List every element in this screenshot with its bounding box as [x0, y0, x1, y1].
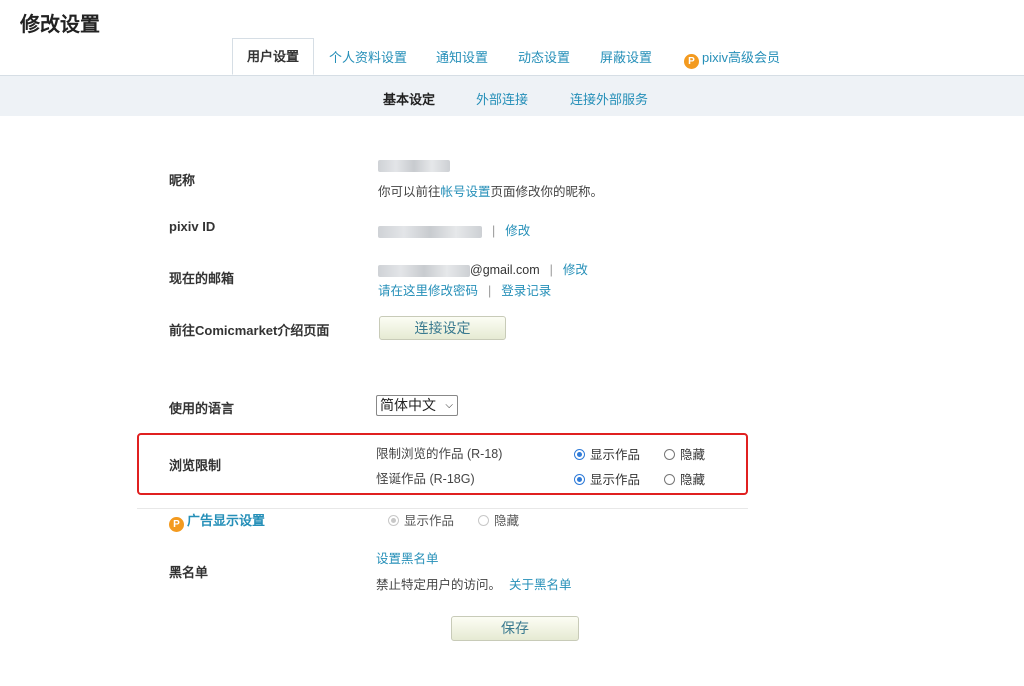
premium-icon: P [169, 517, 184, 532]
ads-label-row: P 广告显示设置 [169, 510, 265, 532]
redacted-nickname [378, 159, 450, 172]
radio-disabled-checked-icon [388, 515, 399, 526]
radio-unchecked-icon [664, 449, 675, 460]
sub-navigation: 基本设定 外部连接 连接外部服务 [0, 76, 1024, 116]
page-title: 修改设置 [20, 14, 100, 36]
ads-hide-radio[interactable]: 隐藏 [478, 510, 519, 529]
ads-hide-label: 隐藏 [494, 514, 520, 528]
redacted-email [378, 264, 470, 277]
blacklist-label: 黑名单 [169, 565, 209, 580]
pixiv-id-change-link[interactable]: 修改 [505, 224, 530, 238]
r18g-hide-radio[interactable]: 隐藏 [664, 469, 705, 488]
divider [137, 508, 748, 509]
tab-profile-settings[interactable]: 个人资料设置 [329, 47, 407, 66]
tab-user-settings[interactable]: 用户设置 [232, 38, 315, 75]
ads-show-radio[interactable]: 显示作品 [388, 510, 454, 529]
nickname-value [378, 158, 450, 172]
premium-icon: P [684, 54, 699, 69]
connect-settings-button[interactable]: 连接设定 [379, 316, 506, 340]
r18g-label: 怪诞作品 (R-18G) [376, 472, 475, 486]
main-tabs: 用户设置 个人资料设置 通知设置 动态设置 屏蔽设置 Ppixiv高级会员 [0, 38, 1024, 76]
set-blacklist-link[interactable]: 设置黑名单 [376, 552, 439, 566]
language-select[interactable]: 简体中文 ⌵ [376, 395, 458, 416]
r18-hide-label: 隐藏 [680, 448, 706, 462]
r18-show-radio[interactable]: 显示作品 [574, 444, 640, 463]
nickname-label: 昵称 [169, 173, 196, 188]
email-links-row: 请在这里修改密码 | 登录记录 [378, 284, 552, 298]
subnav-external-links[interactable]: 外部连接 [476, 89, 528, 108]
chevron-down-icon: ⌵ [445, 400, 453, 411]
r18-label: 限制浏览的作品 (R-18) [376, 447, 503, 461]
ads-show-label: 显示作品 [404, 514, 455, 528]
blacklist-desc: 禁止特定用户的访问。 [376, 578, 502, 592]
blacklist-set-row: 设置黑名单 [376, 548, 439, 567]
tab-premium-label: pixiv高级会员 [702, 50, 781, 65]
radio-checked-icon [574, 449, 585, 460]
save-button[interactable]: 保存 [451, 616, 579, 641]
browse-limit-label: 浏览限制 [169, 458, 222, 473]
subnav-external-services[interactable]: 连接外部服务 [570, 89, 648, 108]
comicmarket-label: 前往Comicmarket介绍页面 [169, 323, 330, 338]
radio-disabled-icon [478, 515, 489, 526]
subnav-basic-settings[interactable]: 基本设定 [383, 89, 435, 108]
r18-hide-radio[interactable]: 隐藏 [664, 444, 705, 463]
language-label: 使用的语言 [169, 401, 235, 416]
ads-settings-link[interactable]: 广告显示设置 [187, 513, 265, 528]
tab-feed-settings[interactable]: 动态设置 [518, 47, 570, 66]
redacted-pixiv-id [378, 225, 482, 238]
r18g-hide-label: 隐藏 [680, 473, 706, 487]
nickname-hint-prefix: 你可以前往 [378, 185, 441, 199]
radio-unchecked-icon [664, 474, 675, 485]
email-label: 现在的邮箱 [169, 271, 235, 286]
tab-block-settings[interactable]: 屏蔽设置 [600, 47, 652, 66]
radio-checked-icon [574, 474, 585, 485]
r18-show-label: 显示作品 [590, 448, 641, 462]
language-selected: 简体中文 [380, 397, 436, 413]
change-password-link[interactable]: 请在这里修改密码 [378, 284, 478, 298]
tab-notification-settings[interactable]: 通知设置 [436, 47, 488, 66]
nickname-hint: 你可以前往帐号设置页面修改你的昵称。 [378, 181, 603, 200]
tab-premium[interactable]: Ppixiv高级会员 [684, 47, 780, 69]
email-domain: @gmail.com [470, 263, 540, 277]
email-change-link[interactable]: 修改 [563, 263, 588, 277]
login-history-link[interactable]: 登录记录 [501, 284, 551, 298]
nickname-hint-suffix: 页面修改你的昵称。 [490, 185, 604, 199]
r18g-show-label: 显示作品 [590, 473, 641, 487]
blacklist-desc-row: 禁止特定用户的访问。 关于黑名单 [376, 574, 572, 593]
r18g-show-radio[interactable]: 显示作品 [574, 469, 640, 488]
about-blacklist-link[interactable]: 关于黑名单 [509, 578, 572, 592]
pixiv-id-row: | 修改 [378, 220, 530, 239]
account-settings-link[interactable]: 帐号设置 [441, 185, 491, 199]
pixiv-id-label: pixiv ID [169, 219, 216, 234]
email-row: @gmail.com | 修改 [378, 259, 588, 278]
